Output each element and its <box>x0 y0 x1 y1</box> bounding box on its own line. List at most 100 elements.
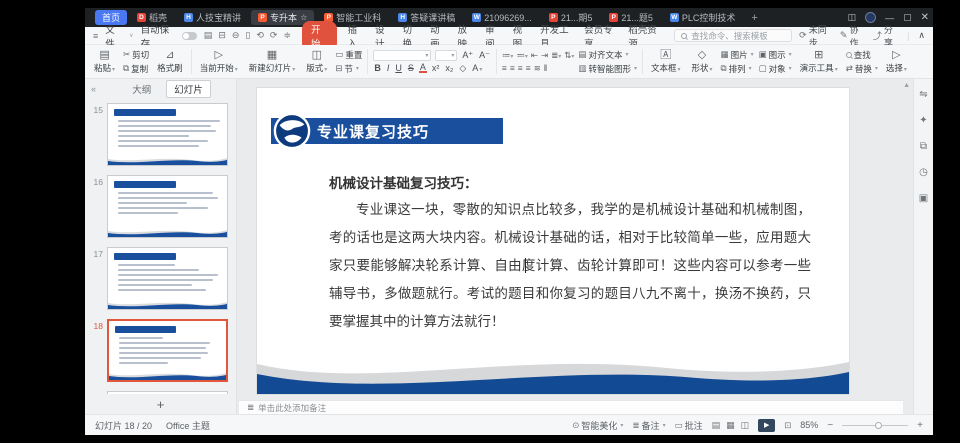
preview-icon[interactable]: ▯ <box>245 30 250 41</box>
underline-button[interactable]: U <box>394 63 403 73</box>
export-icon[interactable]: ⊖ <box>232 30 240 41</box>
split-screen-icon[interactable]: ◫ <box>848 12 857 23</box>
italic-button[interactable]: I <box>386 63 391 73</box>
text-effects-button[interactable]: A▾ <box>471 63 483 73</box>
layers-icon[interactable]: ⧉ <box>920 141 927 152</box>
distribute-icon[interactable]: ≋ <box>534 63 540 74</box>
increase-indent-icon[interactable]: ⇥ <box>541 50 547 61</box>
undo-icon[interactable]: ⟲ <box>256 30 264 41</box>
slideshow-play-button[interactable]: ▶ <box>758 419 775 432</box>
reset-button[interactable]: ▭重置 <box>335 49 362 61</box>
command-search-box[interactable]: 查找命令、搜索模板 <box>674 29 792 42</box>
diagram-button[interactable]: ▣图示▾ <box>759 49 792 61</box>
justify-icon[interactable]: ≡ <box>526 63 530 73</box>
collapse-ribbon-button[interactable]: ∧ <box>918 30 925 41</box>
reading-view-icon[interactable]: ◫ <box>741 420 750 431</box>
normal-view-icon[interactable]: ▤ <box>712 420 721 431</box>
add-slide-button[interactable]: + <box>157 398 165 411</box>
redo-icon[interactable]: ⟳ <box>270 30 278 41</box>
increase-font-icon[interactable]: A⁺ <box>461 50 474 61</box>
line-spacing-icon[interactable]: ≣▾ <box>551 50 560 61</box>
comments-button[interactable]: ▭批注 <box>675 419 703 432</box>
copy-button[interactable]: ⧉复制 <box>123 63 149 75</box>
arrange-button[interactable]: ⧉排列▾ <box>721 63 754 75</box>
autosave-toggle[interactable] <box>182 32 197 40</box>
align-right-icon[interactable]: ≡ <box>518 63 522 73</box>
font-color-button[interactable]: A <box>419 63 427 73</box>
bullets-icon[interactable]: ≔▾ <box>502 50 513 61</box>
zoom-slider[interactable] <box>842 425 908 426</box>
slide-title-banner[interactable]: 专业课复习技巧 <box>271 118 503 144</box>
decrease-font-icon[interactable]: A⁻ <box>478 50 491 61</box>
object-pane-icon[interactable]: ▣ <box>919 193 928 204</box>
play-from-current-button[interactable]: ▷ 当前开始▾ <box>197 47 241 76</box>
zoom-out-button[interactable]: − <box>827 420 833 431</box>
new-slide-button[interactable]: ▦ 新建幻灯片▾ <box>246 47 299 76</box>
tab-outline[interactable]: 大纲 <box>125 81 158 97</box>
document-tab[interactable]: WPLC控制技术 <box>663 10 743 25</box>
collapse-panel-button[interactable]: « <box>91 84 96 94</box>
paste-button[interactable]: ▤ 粘贴▾ <box>91 47 118 76</box>
print-icon[interactable]: ⊟ <box>218 30 226 41</box>
text-direction-icon[interactable]: ⇅▾ <box>564 50 573 61</box>
more-icon[interactable]: ≑ <box>283 30 291 41</box>
slide-canvas[interactable]: 专业课复习技巧 机械设计基础复习技巧： 专业课这一块，零散的知识点比较多，我学的… <box>257 88 849 394</box>
align-center-icon[interactable]: ≡ <box>510 63 514 73</box>
font-size-select[interactable]: ▾ <box>435 50 457 61</box>
tab-slides[interactable]: 幻灯片 <box>166 80 211 98</box>
history-icon[interactable]: ◷ <box>919 167 928 178</box>
layout-button[interactable]: ◫ 版式▾ <box>303 47 330 76</box>
new-tab-button[interactable]: + <box>745 12 763 24</box>
bold-button[interactable]: B <box>373 63 382 73</box>
replace-button[interactable]: ⇄替换▾ <box>846 63 878 75</box>
slide-paragraph[interactable]: 专业课这一块，零散的知识点比较多，我学的是机械设计基础和机械制图，考的话也是这两… <box>329 196 811 336</box>
slide-sorter-icon[interactable]: ▦ <box>726 420 735 431</box>
effects-icon[interactable]: ✦ <box>919 115 927 126</box>
cut-button[interactable]: ✂剪切 <box>123 49 149 61</box>
object-button[interactable]: ▢对象▾ <box>759 63 792 75</box>
font-name-select[interactable]: ▾ <box>373 50 431 61</box>
picture-button[interactable]: ▦图片▾ <box>721 49 754 61</box>
zoom-value[interactable]: 85% <box>800 420 818 430</box>
strikethrough-button[interactable]: S <box>407 63 415 73</box>
zoom-slider-knob[interactable] <box>875 422 882 429</box>
slide-heading[interactable]: 机械设计基础复习技巧： <box>329 172 478 192</box>
slide-thumbnail[interactable] <box>107 103 228 166</box>
save-icon[interactable]: ▤ <box>204 30 213 41</box>
fit-slide-icon[interactable]: ⊡ <box>784 420 791 431</box>
presentation-tools-button[interactable]: ⊞ 演示工具▾ <box>797 47 841 76</box>
numbering-icon[interactable]: ≕▾ <box>516 50 527 61</box>
highlight-button[interactable]: ◇ <box>458 63 467 74</box>
smart-graphic-button[interactable]: ▥转智能图形▾ <box>578 63 637 75</box>
avatar[interactable] <box>865 12 876 23</box>
scroll-up-icon[interactable]: ▲ <box>903 82 910 89</box>
format-painter-button[interactable]: ⊿ 格式刷 <box>154 47 186 76</box>
align-left-icon[interactable]: ≡ <box>502 63 506 73</box>
textbox-button[interactable]: 🄰 文本框▾ <box>648 47 684 76</box>
zoom-in-button[interactable]: + <box>917 420 923 431</box>
slide-thumbnail[interactable] <box>107 175 228 238</box>
superscript-button[interactable]: x² <box>431 63 441 73</box>
select-button[interactable]: ▷ 选择▾ <box>883 47 910 76</box>
find-button[interactable]: 查找 <box>846 49 878 61</box>
align-text-button[interactable]: ▤对齐文本▾ <box>578 49 637 61</box>
properties-icon[interactable]: ⇋ <box>919 89 927 100</box>
slide-thumbnail[interactable] <box>107 391 228 394</box>
notes-toggle-button[interactable]: ≣备注▾ <box>632 419 665 432</box>
notes-bar[interactable]: ≣ 单击此处添加备注 <box>239 400 903 414</box>
subscript-button[interactable]: x₂ <box>444 63 454 73</box>
decrease-indent-icon[interactable]: ⇤ <box>531 50 537 61</box>
maximize-button[interactable]: ▢ <box>903 12 912 23</box>
shapes-button[interactable]: ◇ 形状▾ <box>689 47 716 76</box>
close-button[interactable]: ✕ <box>921 12 929 23</box>
columns-icon[interactable]: ⫴ <box>544 63 547 74</box>
section-button[interactable]: ⊟节▾ <box>335 63 362 75</box>
hamburger-menu-icon[interactable]: ≡ <box>93 31 98 41</box>
document-tab[interactable]: H人技宝精讲 <box>177 10 248 25</box>
theme-name[interactable]: Office 主题 <box>166 419 210 432</box>
slide-thumbnail[interactable] <box>107 319 228 382</box>
minimize-button[interactable]: — <box>885 13 894 23</box>
slide-editor[interactable]: ▲ 专业课复习技巧 机械设计基础复习技巧： 专业课这一块，零散的知识点比较多，我… <box>237 79 913 414</box>
slide-thumbnail[interactable] <box>107 247 228 310</box>
smart-beautify-button[interactable]: ⊙智能美化▾ <box>572 419 623 432</box>
